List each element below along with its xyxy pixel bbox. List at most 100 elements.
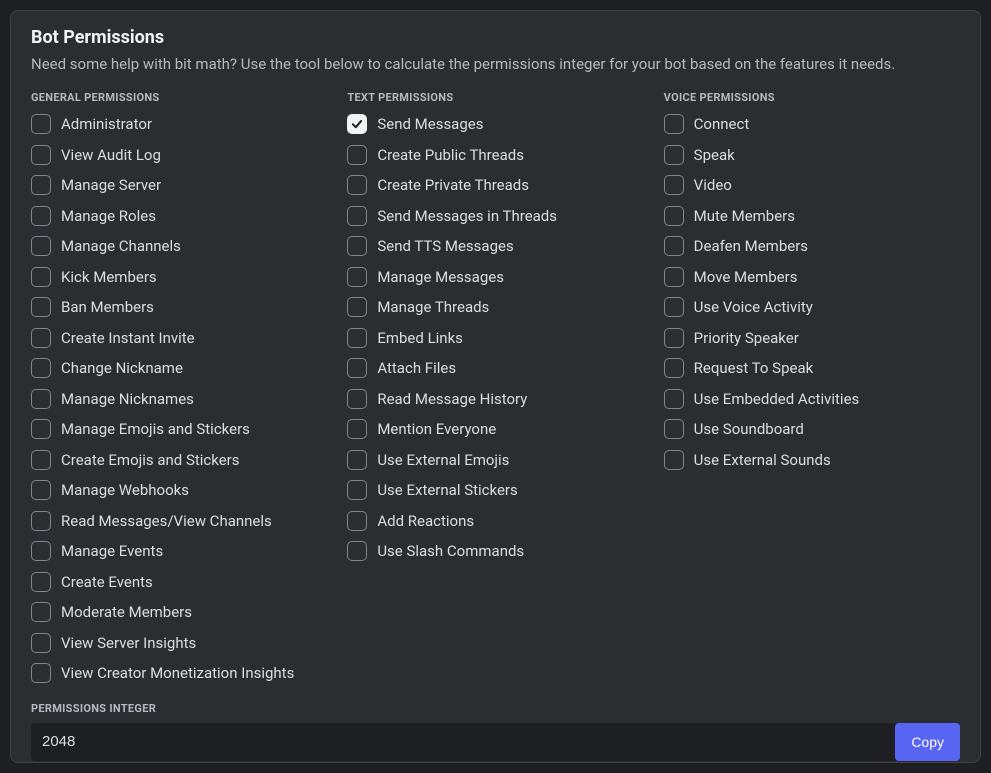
permission-priority-speaker[interactable]: Priority Speaker	[664, 328, 960, 348]
permission-send-messages[interactable]: Send Messages	[347, 114, 643, 134]
permission-request-to-speak[interactable]: Request To Speak	[664, 358, 960, 378]
column-header: GENERAL PERMISSIONS	[31, 91, 327, 104]
checkbox[interactable]	[664, 236, 684, 256]
permission-send-tts-messages[interactable]: Send TTS Messages	[347, 236, 643, 256]
permission-create-events[interactable]: Create Events	[31, 572, 327, 592]
permission-use-slash-commands[interactable]: Use Slash Commands	[347, 541, 643, 561]
permission-speak[interactable]: Speak	[664, 145, 960, 165]
checkbox[interactable]	[347, 297, 367, 317]
checkbox[interactable]	[31, 175, 51, 195]
checkbox[interactable]	[347, 480, 367, 500]
checkbox[interactable]	[31, 358, 51, 378]
checkbox[interactable]	[31, 633, 51, 653]
permission-ban-members[interactable]: Ban Members	[31, 297, 327, 317]
permission-deafen-members[interactable]: Deafen Members	[664, 236, 960, 256]
permission-move-members[interactable]: Move Members	[664, 267, 960, 287]
permission-moderate-members[interactable]: Moderate Members	[31, 602, 327, 622]
permission-use-embedded-activities[interactable]: Use Embedded Activities	[664, 389, 960, 409]
checkbox[interactable]	[664, 450, 684, 470]
checkbox[interactable]	[347, 541, 367, 561]
permission-send-messages-in-threads[interactable]: Send Messages in Threads	[347, 206, 643, 226]
checkbox[interactable]	[664, 358, 684, 378]
permission-use-external-emojis[interactable]: Use External Emojis	[347, 450, 643, 470]
permission-mention-everyone[interactable]: Mention Everyone	[347, 419, 643, 439]
permission-embed-links[interactable]: Embed Links	[347, 328, 643, 348]
permission-add-reactions[interactable]: Add Reactions	[347, 511, 643, 531]
permission-administrator[interactable]: Administrator	[31, 114, 327, 134]
permission-view-server-insights[interactable]: View Server Insights	[31, 633, 327, 653]
permission-manage-roles[interactable]: Manage Roles	[31, 206, 327, 226]
checkbox[interactable]	[31, 236, 51, 256]
permission-manage-threads[interactable]: Manage Threads	[347, 297, 643, 317]
checkbox[interactable]	[31, 480, 51, 500]
checkbox[interactable]	[31, 145, 51, 165]
checkbox[interactable]	[31, 450, 51, 470]
checkbox[interactable]	[347, 175, 367, 195]
checkbox[interactable]	[31, 541, 51, 561]
checkbox[interactable]	[347, 267, 367, 287]
checkbox[interactable]	[664, 389, 684, 409]
checkbox[interactable]	[31, 389, 51, 409]
checkbox[interactable]	[347, 328, 367, 348]
permission-use-soundboard[interactable]: Use Soundboard	[664, 419, 960, 439]
permission-view-audit-log[interactable]: View Audit Log	[31, 145, 327, 165]
checkbox[interactable]	[347, 450, 367, 470]
permission-manage-webhooks[interactable]: Manage Webhooks	[31, 480, 327, 500]
permissions-integer-section: PERMISSIONS INTEGER Copy	[31, 702, 960, 761]
checkbox[interactable]	[347, 236, 367, 256]
checkbox[interactable]	[31, 572, 51, 592]
permission-attach-files[interactable]: Attach Files	[347, 358, 643, 378]
checkbox[interactable]	[664, 419, 684, 439]
permissions-integer-input[interactable]	[31, 723, 897, 761]
permission-create-public-threads[interactable]: Create Public Threads	[347, 145, 643, 165]
checkbox[interactable]	[31, 663, 51, 683]
checkbox[interactable]	[347, 389, 367, 409]
permission-change-nickname[interactable]: Change Nickname	[31, 358, 327, 378]
checkbox[interactable]	[664, 206, 684, 226]
checkbox[interactable]	[347, 145, 367, 165]
permission-manage-events[interactable]: Manage Events	[31, 541, 327, 561]
permission-read-message-history[interactable]: Read Message History	[347, 389, 643, 409]
permission-manage-messages[interactable]: Manage Messages	[347, 267, 643, 287]
checkbox[interactable]	[31, 511, 51, 531]
checkbox[interactable]	[347, 419, 367, 439]
permission-use-voice-activity[interactable]: Use Voice Activity	[664, 297, 960, 317]
permission-manage-nicknames[interactable]: Manage Nicknames	[31, 389, 327, 409]
permission-label: Read Messages/View Channels	[61, 512, 272, 530]
permission-manage-emojis-and-stickers[interactable]: Manage Emojis and Stickers	[31, 419, 327, 439]
checkbox[interactable]	[31, 602, 51, 622]
checkbox[interactable]	[31, 206, 51, 226]
checkbox[interactable]	[31, 114, 51, 134]
checkbox[interactable]	[664, 114, 684, 134]
checkbox[interactable]	[347, 511, 367, 531]
permission-read-messages-view-channels[interactable]: Read Messages/View Channels	[31, 511, 327, 531]
checkbox[interactable]	[347, 114, 367, 134]
permission-kick-members[interactable]: Kick Members	[31, 267, 327, 287]
copy-button[interactable]: Copy	[895, 723, 960, 761]
column-header: VOICE PERMISSIONS	[664, 91, 960, 104]
checkbox[interactable]	[31, 297, 51, 317]
checkbox[interactable]	[664, 267, 684, 287]
permission-use-external-sounds[interactable]: Use External Sounds	[664, 450, 960, 470]
checkbox[interactable]	[664, 145, 684, 165]
permission-mute-members[interactable]: Mute Members	[664, 206, 960, 226]
permission-view-creator-monetization-insights[interactable]: View Creator Monetization Insights	[31, 663, 327, 683]
checkbox[interactable]	[664, 175, 684, 195]
permission-manage-channels[interactable]: Manage Channels	[31, 236, 327, 256]
checkbox[interactable]	[31, 328, 51, 348]
permission-manage-server[interactable]: Manage Server	[31, 175, 327, 195]
checkbox[interactable]	[664, 328, 684, 348]
permission-use-external-stickers[interactable]: Use External Stickers	[347, 480, 643, 500]
permission-video[interactable]: Video	[664, 175, 960, 195]
permission-create-instant-invite[interactable]: Create Instant Invite	[31, 328, 327, 348]
permission-connect[interactable]: Connect	[664, 114, 960, 134]
permission-create-emojis-and-stickers[interactable]: Create Emojis and Stickers	[31, 450, 327, 470]
checkbox[interactable]	[347, 358, 367, 378]
permission-label: Use External Stickers	[377, 481, 517, 499]
checkbox[interactable]	[31, 419, 51, 439]
checkbox[interactable]	[664, 297, 684, 317]
permission-create-private-threads[interactable]: Create Private Threads	[347, 175, 643, 195]
checkbox[interactable]	[347, 206, 367, 226]
checkbox[interactable]	[31, 267, 51, 287]
permission-label: Create Public Threads	[377, 146, 524, 164]
